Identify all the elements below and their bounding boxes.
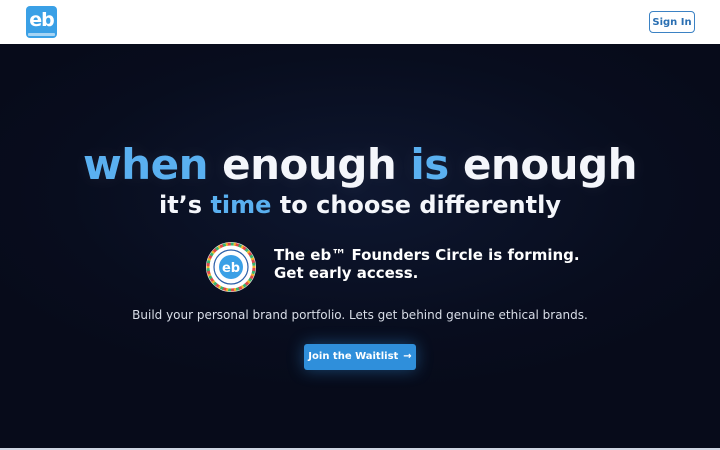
hero-tagline: Build your personal brand portfolio. Let… bbox=[132, 308, 588, 322]
headline-word-when: when bbox=[82, 140, 209, 189]
subheadline-word-its: it’s bbox=[158, 191, 203, 219]
founders-text: The eb™ Founders Circle is forming. Get … bbox=[274, 246, 580, 282]
seal-text: eb bbox=[222, 261, 240, 276]
headline-word-enough-2: enough bbox=[462, 140, 638, 189]
founders-circle-block: eb The eb™ Founders Circle is forming. G… bbox=[205, 240, 580, 296]
join-waitlist-button[interactable]: Join the Waitlist → bbox=[304, 344, 416, 370]
top-nav-bar: eb Sign In bbox=[0, 0, 720, 44]
subheadline-word-time: time bbox=[210, 191, 272, 219]
subheadline-rest: to choose differently bbox=[279, 191, 561, 219]
sign-in-button[interactable]: Sign In bbox=[649, 11, 695, 33]
headline-word-enough-1: enough bbox=[222, 140, 397, 189]
logo-underline bbox=[28, 33, 55, 36]
join-waitlist-label: Join the Waitlist bbox=[308, 351, 399, 362]
headline-word-is: is bbox=[410, 140, 449, 189]
eb-logo[interactable]: eb bbox=[26, 6, 57, 38]
hero-subheadline: it’s time to choose differently bbox=[0, 190, 720, 220]
founders-seal-icon: eb bbox=[206, 242, 256, 292]
logo-text: eb bbox=[29, 9, 55, 31]
founders-line-1: The eb™ Founders Circle is forming. bbox=[274, 246, 580, 264]
hero-section: when enough is enough it’s time to choos… bbox=[0, 44, 720, 450]
arrow-right-icon: → bbox=[403, 351, 412, 362]
hero-headline: when enough is enough bbox=[0, 140, 720, 190]
founders-line-2: Get early access. bbox=[274, 264, 419, 282]
